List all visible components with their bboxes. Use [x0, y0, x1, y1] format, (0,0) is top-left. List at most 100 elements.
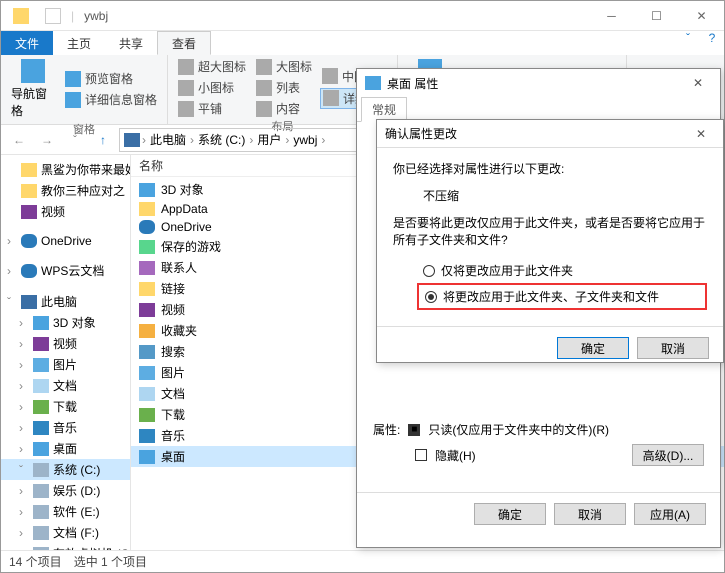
nav-item-label: 软件 (E:): [53, 503, 100, 520]
nav-item[interactable]: › 娱乐 (D:): [1, 480, 130, 501]
nav-item[interactable]: ›图片: [1, 354, 130, 375]
layout-list[interactable]: 列表: [254, 78, 314, 97]
nav-item-icon: [33, 547, 49, 551]
advanced-button[interactable]: 高级(D)...: [632, 444, 704, 466]
file-icon: [139, 345, 155, 359]
properties-title: 桌面 属性: [387, 75, 684, 92]
nav-item-icon: [21, 264, 37, 278]
nav-item[interactable]: ˇ此电脑: [1, 291, 130, 312]
readonly-checkbox[interactable]: ■: [408, 424, 420, 436]
qat-button[interactable]: [45, 8, 61, 24]
chevron-icon: ›: [19, 442, 29, 456]
back-button[interactable]: ←: [7, 128, 31, 152]
confirm-option-this-folder[interactable]: 仅将更改应用于此文件夹: [423, 262, 707, 279]
crumb-users[interactable]: 用户: [255, 131, 283, 148]
properties-buttons: 确定 取消 应用(A): [357, 492, 720, 535]
nav-item-icon: [33, 442, 49, 456]
nav-item[interactable]: 黑鲨为你带来最好: [1, 159, 130, 180]
confirm-option-all[interactable]: 将更改应用于此文件夹、子文件夹和文件: [417, 283, 707, 310]
tab-file[interactable]: 文件: [1, 31, 53, 55]
maximize-button[interactable]: ☐: [634, 1, 679, 31]
confirm-cancel-button[interactable]: 取消: [637, 337, 709, 359]
tab-view[interactable]: 查看: [157, 31, 211, 55]
file-label: 桌面: [161, 448, 185, 465]
layout-tile[interactable]: 平铺: [176, 99, 248, 118]
confirm-titlebar[interactable]: 确认属性更改 ✕: [377, 120, 723, 148]
nav-item-icon: [21, 163, 37, 177]
nav-item[interactable]: ˇ系统 (C:): [1, 459, 130, 480]
nav-item[interactable]: › 下载: [1, 396, 130, 417]
nav-item[interactable]: 教你三种应对之: [1, 180, 130, 201]
chevron-icon: ›: [19, 400, 29, 414]
layout-content[interactable]: 内容: [254, 99, 314, 118]
nav-item-icon: [33, 358, 49, 372]
desktop-icon: [365, 76, 381, 90]
crumb-root[interactable]: 此电脑: [148, 131, 188, 148]
crumb-folder[interactable]: ywbj: [291, 133, 319, 147]
up-button[interactable]: ↑: [91, 128, 115, 152]
nav-item[interactable]: 视频: [1, 201, 130, 222]
file-icon: [139, 429, 155, 443]
nav-item[interactable]: ›视频: [1, 333, 130, 354]
ribbon-group-pane: 导航窗格 预览窗格 详细信息窗格 窗格: [1, 55, 168, 124]
properties-apply-button[interactable]: 应用(A): [634, 503, 706, 525]
nav-item-icon: [33, 463, 49, 477]
properties-cancel-button[interactable]: 取消: [554, 503, 626, 525]
list-icon: [256, 80, 272, 96]
nav-item-label: 桌面: [53, 440, 77, 457]
nav-item-icon: [21, 205, 37, 219]
confirm-buttons: 确定 取消: [377, 326, 723, 369]
preview-pane-button[interactable]: 预览窗格: [63, 69, 159, 88]
nav-item[interactable]: ›音乐: [1, 417, 130, 438]
close-button[interactable]: ✕: [679, 1, 724, 31]
nav-item[interactable]: ›存放虚拟机 (G:): [1, 543, 130, 550]
nav-item[interactable]: › 桌面: [1, 438, 130, 459]
file-label: 视频: [161, 301, 185, 318]
hidden-label: 隐藏(H): [435, 447, 476, 464]
nav-item[interactable]: ›软件 (E:): [1, 501, 130, 522]
layout-lg[interactable]: 大图标: [254, 57, 314, 76]
confirm-close-button[interactable]: ✕: [687, 127, 715, 141]
nav-item[interactable]: ›文档: [1, 375, 130, 396]
nav-item[interactable]: ›文档 (F:): [1, 522, 130, 543]
chevron-icon: ›: [19, 484, 29, 498]
chevron-icon: ›: [7, 234, 17, 248]
radio-checked-icon: [425, 291, 437, 303]
recent-button[interactable]: ˇ: [63, 128, 87, 152]
details-pane-icon: [65, 92, 81, 108]
ribbon-collapse-button[interactable]: ˇ: [676, 31, 700, 55]
nav-pane-label: 导航窗格: [11, 85, 55, 119]
file-icon: [139, 183, 155, 197]
file-icon: [139, 366, 155, 380]
file-label: 图片: [161, 364, 185, 381]
layout-xl[interactable]: 超大图标: [176, 57, 248, 76]
forward-button[interactable]: →: [35, 128, 59, 152]
nav-item-icon: [33, 316, 49, 330]
nav-item-label: 下载: [53, 398, 77, 415]
properties-titlebar[interactable]: 桌面 属性 ✕: [357, 69, 720, 97]
nav-item[interactable]: ›3D 对象: [1, 312, 130, 333]
help-button[interactable]: ?: [700, 31, 724, 55]
tab-share[interactable]: 共享: [105, 31, 157, 55]
confirm-opt2-label: 将更改应用于此文件夹、子文件夹和文件: [443, 288, 659, 305]
confirm-ok-button[interactable]: 确定: [557, 337, 629, 359]
hidden-checkbox[interactable]: [415, 449, 427, 461]
nav-item-icon: [21, 234, 37, 248]
tab-home[interactable]: 主页: [53, 31, 105, 55]
file-label: 文档: [161, 385, 185, 402]
file-icon: [139, 202, 155, 216]
layout-sm[interactable]: 小图标: [176, 78, 248, 97]
details-pane-button[interactable]: 详细信息窗格: [63, 90, 159, 109]
file-icon: [139, 408, 155, 422]
nav-item-label: 娱乐 (D:): [53, 482, 100, 499]
crumb-sep: ›: [321, 133, 325, 147]
nav-item[interactable]: ›WPS云文档: [1, 260, 130, 281]
properties-ok-button[interactable]: 确定: [474, 503, 546, 525]
nav-pane-button[interactable]: 导航窗格: [9, 57, 57, 121]
minimize-button[interactable]: ─: [589, 1, 634, 31]
ribbon-tabs: 文件 主页 共享 查看 ˇ ?: [1, 31, 724, 55]
properties-close-button[interactable]: ✕: [684, 76, 712, 90]
crumb-c[interactable]: 系统 (C:): [196, 131, 247, 148]
nav-item-icon: [33, 505, 49, 519]
nav-item[interactable]: ›OneDrive: [1, 232, 130, 250]
